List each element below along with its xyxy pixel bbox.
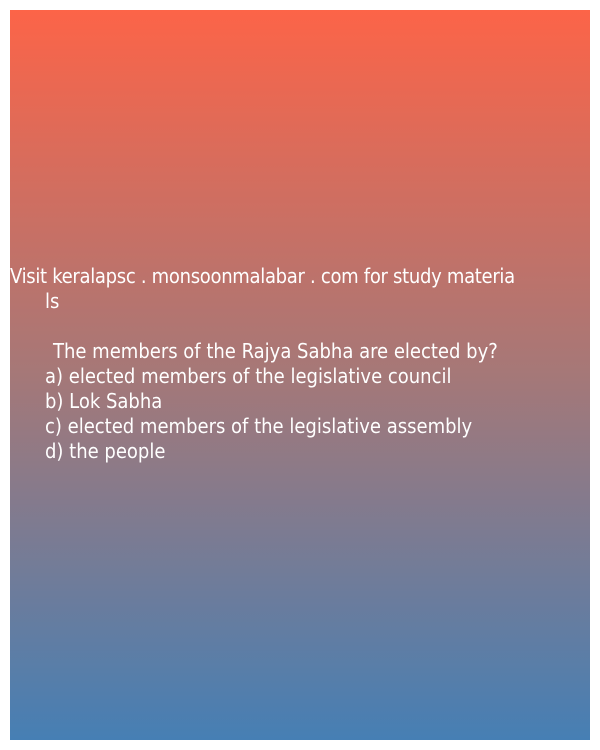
question-text: The members of the Rajya Sabha are elect… <box>53 339 498 363</box>
option-a: a) elected members of the legislative co… <box>45 364 452 388</box>
promo-line-1: Visit keralapsc . monsoonmalabar . com f… <box>10 264 515 288</box>
quiz-text-block: Visit keralapsc . monsoonmalabar . com f… <box>10 264 590 464</box>
option-d: d) the people <box>45 439 166 463</box>
option-c: c) elected members of the legislative as… <box>45 414 473 438</box>
promo-line-2: ls <box>45 289 60 313</box>
quiz-card: Visit keralapsc . monsoonmalabar . com f… <box>10 10 590 740</box>
option-b: b) Lok Sabha <box>45 389 163 413</box>
